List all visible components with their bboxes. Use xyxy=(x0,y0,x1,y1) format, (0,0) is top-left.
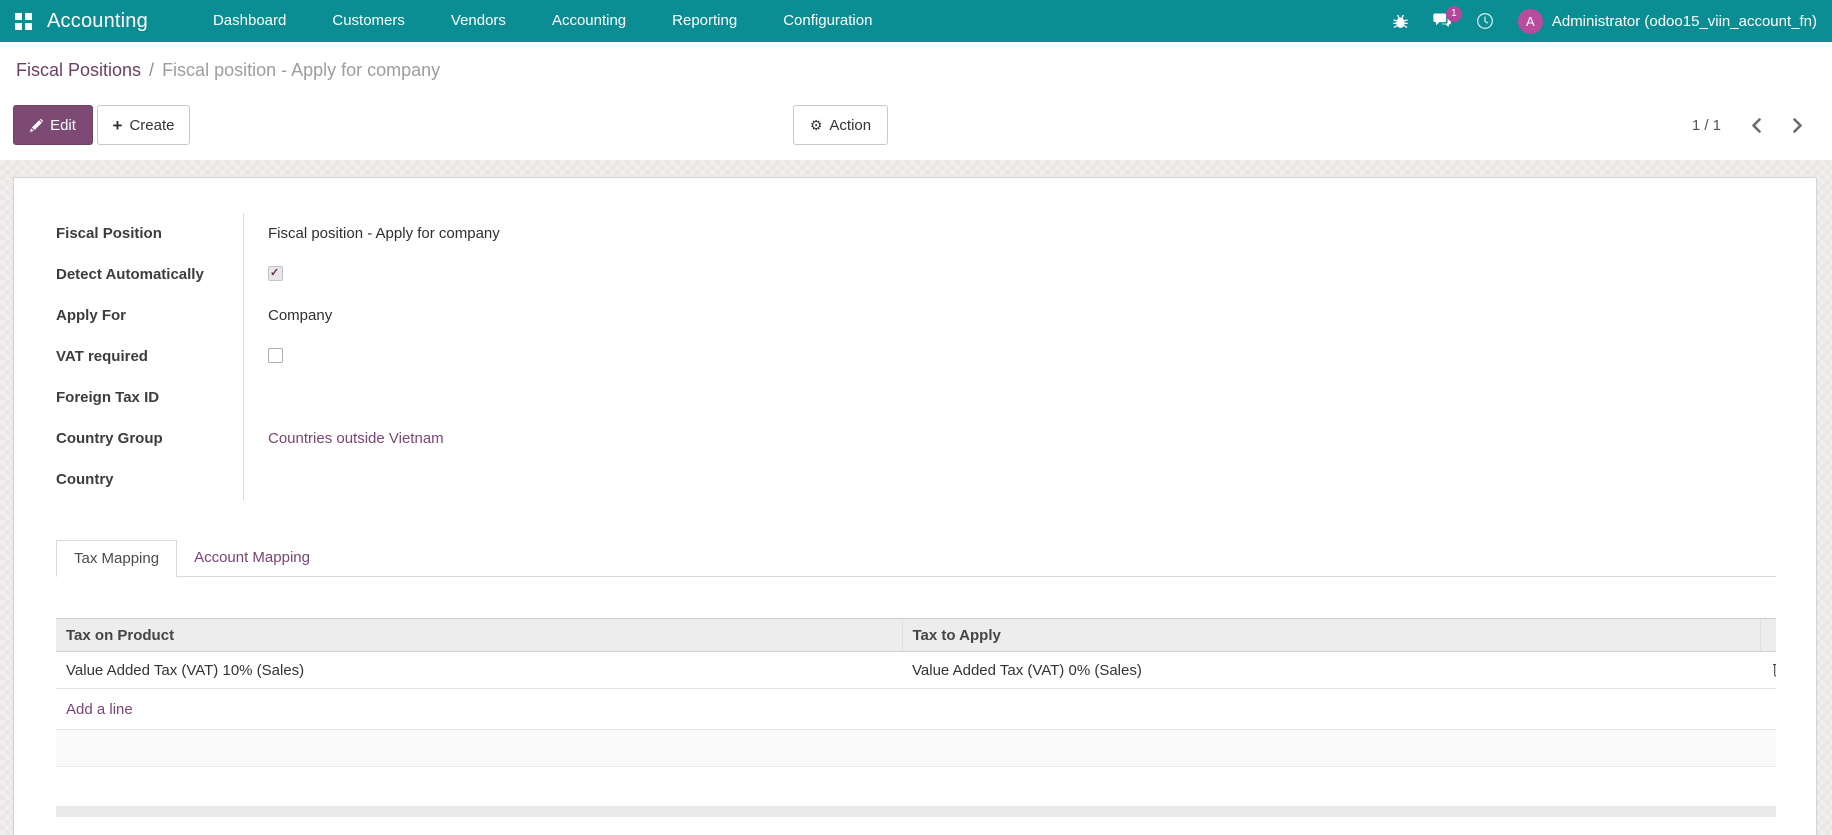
trash-icon xyxy=(1772,661,1776,677)
pager-previous-button[interactable] xyxy=(1747,114,1766,137)
menu-item-reporting[interactable]: Reporting xyxy=(649,0,760,42)
column-header-tax-on-product[interactable]: Tax on Product xyxy=(56,618,902,652)
empty-row xyxy=(56,729,1776,767)
plus-icon: + xyxy=(112,115,123,135)
breadcrumb-separator: / xyxy=(149,60,155,80)
detect-automatically-value xyxy=(243,253,1776,295)
breadcrumb-parent-link[interactable]: Fiscal Positions xyxy=(16,60,141,80)
pager-next-button[interactable] xyxy=(1788,114,1807,137)
field-label: Country xyxy=(56,471,114,488)
form-view-background: Fiscal Position Fiscal position - Apply … xyxy=(0,160,1832,835)
notebook-tabs: Tax Mapping Account Mapping xyxy=(56,540,1776,577)
user-menu[interactable]: A Administrator (odoo15_viin_account_fn) xyxy=(1517,8,1817,34)
foreign-tax-id-value xyxy=(243,377,1776,418)
tax-on-product-cell: Value Added Tax (VAT) 10% (Sales) xyxy=(56,651,902,689)
top-navbar: Accounting Dashboard Customers Vendors A… xyxy=(0,0,1832,42)
menu-item-configuration[interactable]: Configuration xyxy=(760,0,895,42)
detect-automatically-checkbox[interactable] xyxy=(268,253,283,294)
action-button[interactable]: ⚙ Action xyxy=(793,105,888,145)
add-a-line-link[interactable]: Add a line xyxy=(56,688,1776,730)
breadcrumb-current: Fiscal position - Apply for company xyxy=(162,60,441,80)
pencil-icon xyxy=(30,118,44,132)
breadcrumb: Fiscal Positions / Fiscal position - Apply… xyxy=(0,42,1832,81)
app-title[interactable]: Accounting xyxy=(47,10,148,33)
field-label: Apply For xyxy=(56,307,126,324)
menu-item-customers[interactable]: Customers xyxy=(309,0,428,42)
tax-mapping-list: Tax on Product Tax to Apply Value Added … xyxy=(56,618,1776,817)
tab-tax-mapping[interactable]: Tax Mapping xyxy=(56,540,178,577)
field-row-apply-for: Apply For Company xyxy=(56,295,1776,336)
vat-required-checkbox[interactable] xyxy=(268,348,283,364)
pager: 1 / 1 xyxy=(1692,105,1807,145)
add-a-line-row: Add a line xyxy=(56,688,1776,730)
table-header-row: Tax on Product Tax to Apply xyxy=(56,618,1776,652)
main-menu: Dashboard Customers Vendors Accounting R… xyxy=(190,0,895,42)
field-label: Detect Automatically xyxy=(56,266,204,283)
country-group-value: Countries outside Vietnam xyxy=(243,418,1776,459)
column-header-tax-to-apply[interactable]: Tax to Apply xyxy=(901,618,1760,652)
table-row[interactable]: Value Added Tax (VAT) 10% (Sales) Value … xyxy=(56,651,1776,689)
menu-item-dashboard[interactable]: Dashboard xyxy=(190,0,309,42)
field-group: Fiscal Position Fiscal position - Apply … xyxy=(56,213,1776,500)
field-row-vat-required: VAT required xyxy=(56,336,1776,377)
tax-to-apply-cell: Value Added Tax (VAT) 0% (Sales) xyxy=(902,651,1760,689)
field-row-country: Country xyxy=(56,459,1776,500)
messages-count-badge: 1 xyxy=(1445,6,1462,22)
country-value xyxy=(243,459,1776,500)
apps-grid-icon[interactable] xyxy=(15,12,33,30)
pager-value[interactable]: 1 / 1 xyxy=(1692,117,1721,134)
apply-for-value: Company xyxy=(243,295,1776,336)
bug-icon[interactable] xyxy=(1392,13,1409,30)
navbar-systray: 1 A Administrator (odoo15_viin_account_f… xyxy=(1392,6,1817,34)
field-label: Fiscal Position xyxy=(56,225,162,242)
menu-item-vendors[interactable]: Vendors xyxy=(428,0,529,42)
user-name: Administrator (odoo15_viin_account_fn) xyxy=(1551,12,1817,30)
field-label: VAT required xyxy=(56,348,148,365)
vat-required-value xyxy=(243,336,1776,377)
country-group-link[interactable]: Countries outside Vietnam xyxy=(268,430,444,447)
column-header-actions xyxy=(1759,618,1776,652)
messages-icon[interactable]: 1 xyxy=(1433,6,1462,29)
chevron-left-icon xyxy=(1751,117,1762,133)
empty-row xyxy=(56,766,1776,803)
table-horizontal-scrollbar[interactable] xyxy=(56,806,1776,817)
chevron-right-icon xyxy=(1792,117,1803,133)
field-label: Foreign Tax ID xyxy=(56,389,160,406)
field-row-fiscal-position: Fiscal Position Fiscal position - Apply … xyxy=(56,213,1776,254)
field-row-detect-automatically: Detect Automatically xyxy=(56,253,1776,295)
form-sheet: Fiscal Position Fiscal position - Apply … xyxy=(13,177,1817,835)
activity-clock-icon[interactable] xyxy=(1476,12,1494,30)
menu-item-accounting[interactable]: Accounting xyxy=(529,0,649,42)
button-row: Edit + Create ⚙ Action 1 / 1 xyxy=(0,103,1832,149)
field-label: Country Group xyxy=(56,430,163,447)
delete-row-button[interactable] xyxy=(1770,659,1776,679)
field-row-foreign-tax-id: Foreign Tax ID xyxy=(56,377,1776,418)
tab-account-mapping[interactable]: Account Mapping xyxy=(177,540,327,576)
fiscal-position-value: Fiscal position - Apply for company xyxy=(243,213,1776,254)
field-row-country-group: Country Group Countries outside Vietnam xyxy=(56,418,1776,459)
gear-icon: ⚙ xyxy=(809,117,823,133)
create-button[interactable]: + Create xyxy=(97,105,190,145)
row-actions-cell xyxy=(1760,651,1776,689)
user-avatar: A xyxy=(1517,8,1543,34)
control-panel: Fiscal Positions / Fiscal position - Apply… xyxy=(0,42,1832,160)
edit-button[interactable]: Edit xyxy=(13,105,93,145)
